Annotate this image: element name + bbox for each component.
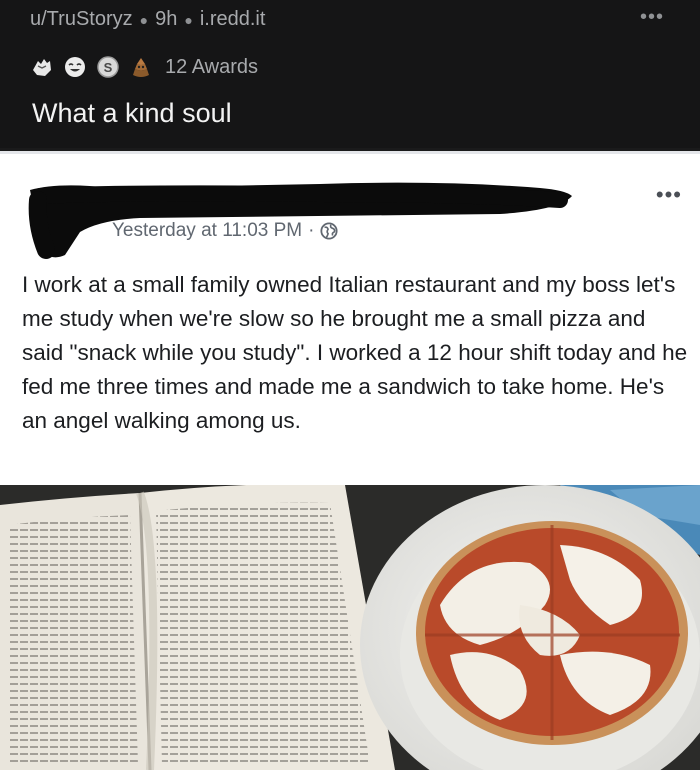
- redaction-scribble: [28, 182, 572, 259]
- book-and-pizza-image: [0, 485, 700, 770]
- post-timestamp: Yesterday at 11:03 PM ·: [112, 220, 339, 242]
- author-link[interactable]: u/TruStoryz: [30, 8, 133, 31]
- post-title[interactable]: What a kind soul: [32, 98, 232, 129]
- more-options-button[interactable]: •••: [640, 6, 664, 29]
- facebook-post-screenshot: ••• Yesterday at 11:03 PM · I work at a …: [0, 151, 700, 485]
- post-time-text[interactable]: Yesterday at 11:03 PM: [112, 220, 302, 242]
- svg-text:S: S: [104, 60, 113, 75]
- post-photo[interactable]: [0, 485, 700, 770]
- awards-count: 12 Awards: [165, 55, 259, 78]
- meta-dot: ●: [184, 11, 193, 28]
- hand-award-icon: [33, 59, 51, 76]
- post-meta: u/TruStoryz ● 9h ● i.redd.it: [30, 8, 265, 31]
- post-more-button[interactable]: •••: [656, 182, 682, 208]
- post-body-text: I work at a small family owned Italian r…: [22, 272, 688, 433]
- post-age: 9h: [155, 8, 178, 30]
- awards-row[interactable]: S 12 Awards: [30, 55, 258, 79]
- pile-award-icon: [133, 58, 149, 77]
- globe-icon: [320, 222, 339, 240]
- silver-coin-award-icon: S: [97, 56, 119, 78]
- meta-dot: ●: [139, 11, 149, 28]
- reddit-post-header: u/TruStoryz ● 9h ● i.redd.it ••• S 12 Aw…: [0, 0, 700, 148]
- laughing-award-icon: [65, 57, 85, 77]
- time-separator: ·: [308, 220, 315, 241]
- domain-link[interactable]: i.redd.it: [200, 8, 266, 31]
